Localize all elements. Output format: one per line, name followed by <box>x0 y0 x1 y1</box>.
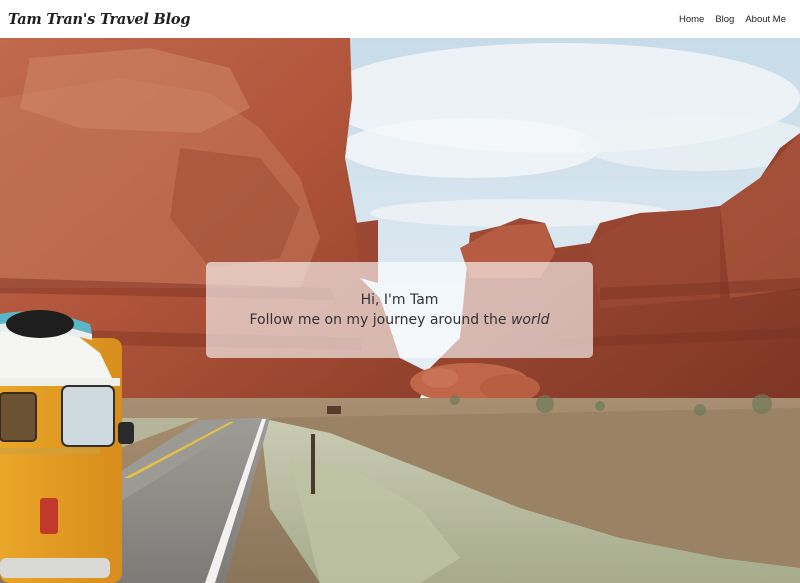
hero-tagline: Follow me on my journey around the world <box>249 312 549 328</box>
hero-banner: Hi, I'm Tam Follow me on my journey arou… <box>0 38 800 583</box>
hero-intro-card: Hi, I'm Tam Follow me on my journey arou… <box>206 262 593 358</box>
nav-about-link[interactable]: About Me <box>745 14 786 25</box>
top-navbar: Tam Tran's Travel Blog Home Blog About M… <box>0 0 800 38</box>
nav-home-link[interactable]: Home <box>679 14 704 25</box>
hero-tagline-text: Follow me on my journey around the <box>249 312 511 328</box>
hero-tagline-emphasis: world <box>510 312 550 328</box>
nav-blog-link[interactable]: Blog <box>715 14 734 25</box>
site-title-link[interactable]: Tam Tran's Travel Blog <box>8 11 191 28</box>
nav-links: Home Blog About Me <box>679 14 792 25</box>
hero-greeting: Hi, I'm Tam <box>360 292 439 308</box>
